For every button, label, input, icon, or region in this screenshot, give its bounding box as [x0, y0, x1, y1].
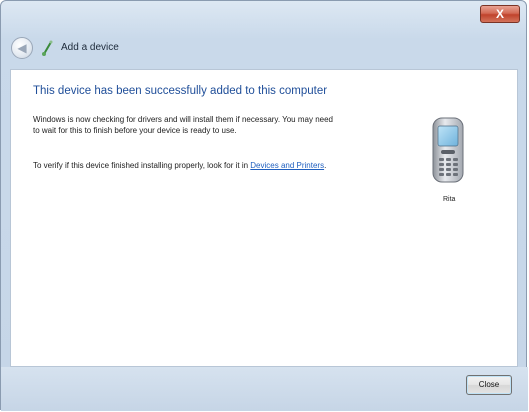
back-arrow-icon: ◀ — [17, 41, 27, 55]
mobile-phone-icon — [432, 117, 464, 183]
page-heading: This device has been successfully added … — [33, 85, 328, 97]
status-paragraph: Windows is now checking for drivers and … — [33, 115, 333, 135]
back-button[interactable]: ◀ — [11, 37, 33, 59]
devices-and-printers-link[interactable]: Devices and Printers — [250, 161, 324, 170]
verify-text: To verify if this device finished instal… — [33, 161, 251, 170]
verify-text-end: . — [324, 161, 327, 170]
device-name-label: Rita — [443, 196, 456, 203]
close-icon: X — [495, 7, 504, 21]
verify-paragraph: To verify if this device finished instal… — [33, 160, 333, 171]
close-button[interactable]: Close — [466, 375, 512, 395]
footer-bar — [1, 367, 528, 411]
window-title: Add a device — [61, 42, 119, 53]
add-device-wizard-icon — [42, 40, 53, 56]
window-close-button[interactable]: X — [480, 5, 520, 23]
add-device-window: X ◀ Add a device This device has been su… — [0, 0, 528, 411]
